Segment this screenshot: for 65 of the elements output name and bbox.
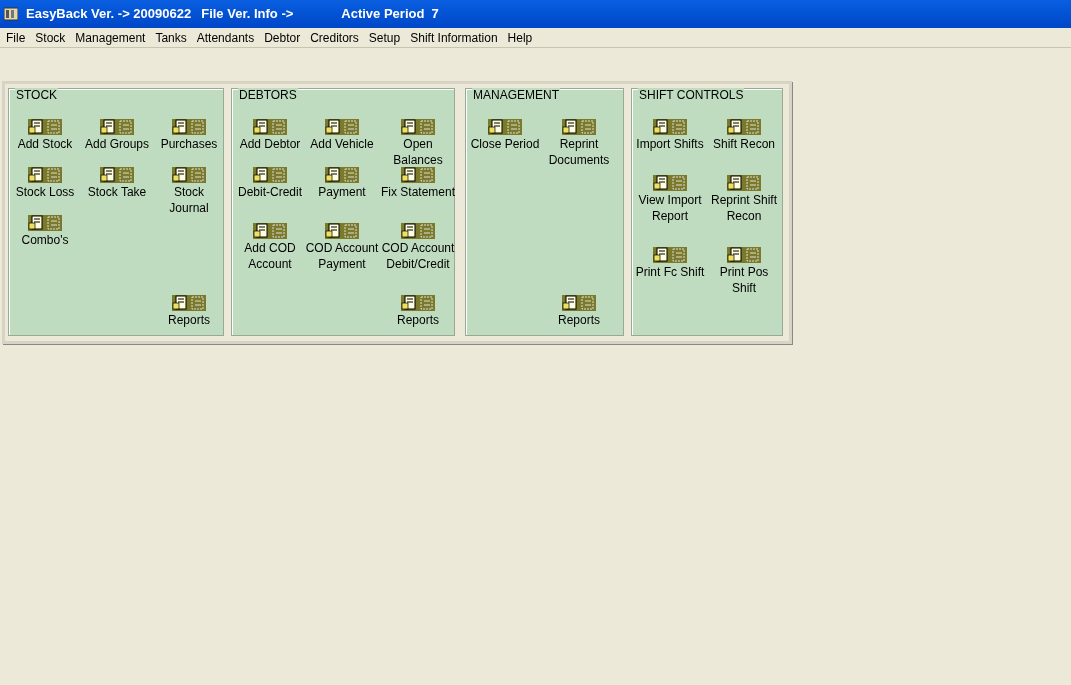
app-icon bbox=[4, 7, 18, 21]
document-icon bbox=[325, 167, 359, 183]
document-icon bbox=[562, 119, 596, 135]
document-icon bbox=[172, 119, 206, 135]
menu-item[interactable]: File bbox=[1, 28, 31, 47]
document-icon bbox=[401, 295, 435, 311]
document-icon bbox=[727, 119, 761, 135]
document-icon bbox=[253, 223, 287, 239]
shortcut-button[interactable]: Stock Journal bbox=[153, 167, 225, 216]
document-icon bbox=[653, 175, 687, 191]
document-icon bbox=[100, 167, 134, 183]
menu-item[interactable]: Setup bbox=[363, 28, 406, 47]
menu-item[interactable]: Attendants bbox=[191, 28, 260, 47]
shortcut-button[interactable]: Fix Statement bbox=[380, 167, 456, 200]
shortcut-button[interactable]: Stock Take bbox=[81, 167, 153, 200]
document-icon bbox=[401, 223, 435, 239]
menu-item[interactable]: Stock bbox=[30, 28, 71, 47]
shortcut-button[interactable]: Shift Recon bbox=[706, 119, 782, 152]
shortcut-button[interactable]: Stock Loss bbox=[9, 167, 81, 200]
group-title: DEBTORS bbox=[238, 88, 298, 102]
document-icon bbox=[562, 295, 596, 311]
document-icon bbox=[172, 167, 206, 183]
group-title: SHIFT CONTROLS bbox=[638, 88, 745, 102]
document-icon bbox=[253, 119, 287, 135]
shortcut-button[interactable]: Import Shifts bbox=[632, 119, 708, 152]
shortcut-button[interactable]: Reports bbox=[540, 295, 618, 328]
document-icon bbox=[100, 119, 134, 135]
document-icon bbox=[28, 167, 62, 183]
document-icon bbox=[325, 223, 359, 239]
document-icon bbox=[727, 175, 761, 191]
menu-item[interactable]: Help bbox=[502, 28, 538, 47]
shortcut-button[interactable]: View Import Report bbox=[632, 175, 708, 224]
document-icon bbox=[401, 119, 435, 135]
menu-item[interactable]: Management bbox=[70, 28, 151, 47]
document-icon bbox=[28, 119, 62, 135]
shortcut-button[interactable]: COD Account Debit/Credit bbox=[380, 223, 456, 272]
group-title: MANAGEMENT bbox=[472, 88, 560, 102]
shortcut-button[interactable]: Add Stock bbox=[9, 119, 81, 152]
document-icon bbox=[653, 119, 687, 135]
document-icon bbox=[401, 167, 435, 183]
document-icon bbox=[172, 295, 206, 311]
document-icon bbox=[325, 119, 359, 135]
document-icon bbox=[253, 167, 287, 183]
shortcut-button[interactable]: Print Fc Shift bbox=[632, 247, 708, 280]
document-icon bbox=[653, 247, 687, 263]
document-icon bbox=[488, 119, 522, 135]
shortcut-button[interactable]: Reports bbox=[380, 295, 456, 328]
window-title: Active Period 7 bbox=[341, 5, 439, 24]
menu-item[interactable]: Tanks bbox=[150, 28, 192, 47]
group-title: STOCK bbox=[15, 88, 59, 102]
shortcut-button[interactable]: Reprint Shift Recon bbox=[706, 175, 782, 224]
shortcut-button[interactable]: Purchases bbox=[153, 119, 225, 152]
shortcut-button[interactable]: Open Balances bbox=[380, 119, 456, 168]
document-icon bbox=[727, 247, 761, 263]
shortcut-button[interactable]: COD Account Payment bbox=[304, 223, 380, 272]
document-icon bbox=[28, 215, 62, 231]
window-title: EasyBack Ver. -> 20090622 bbox=[26, 5, 192, 24]
menu-item[interactable]: Shift Information bbox=[405, 28, 503, 47]
menu-item[interactable]: Debtor bbox=[259, 28, 306, 47]
shortcut-button[interactable]: Print Pos Shift bbox=[706, 247, 782, 296]
window-title: File Ver. Info -> bbox=[201, 5, 294, 24]
shortcut-button[interactable]: Reports bbox=[153, 295, 225, 328]
shortcut-button[interactable]: Combo's bbox=[9, 215, 81, 248]
menu-item[interactable]: Creditors bbox=[305, 28, 364, 47]
shortcut-button[interactable]: Add Groups bbox=[81, 119, 153, 152]
